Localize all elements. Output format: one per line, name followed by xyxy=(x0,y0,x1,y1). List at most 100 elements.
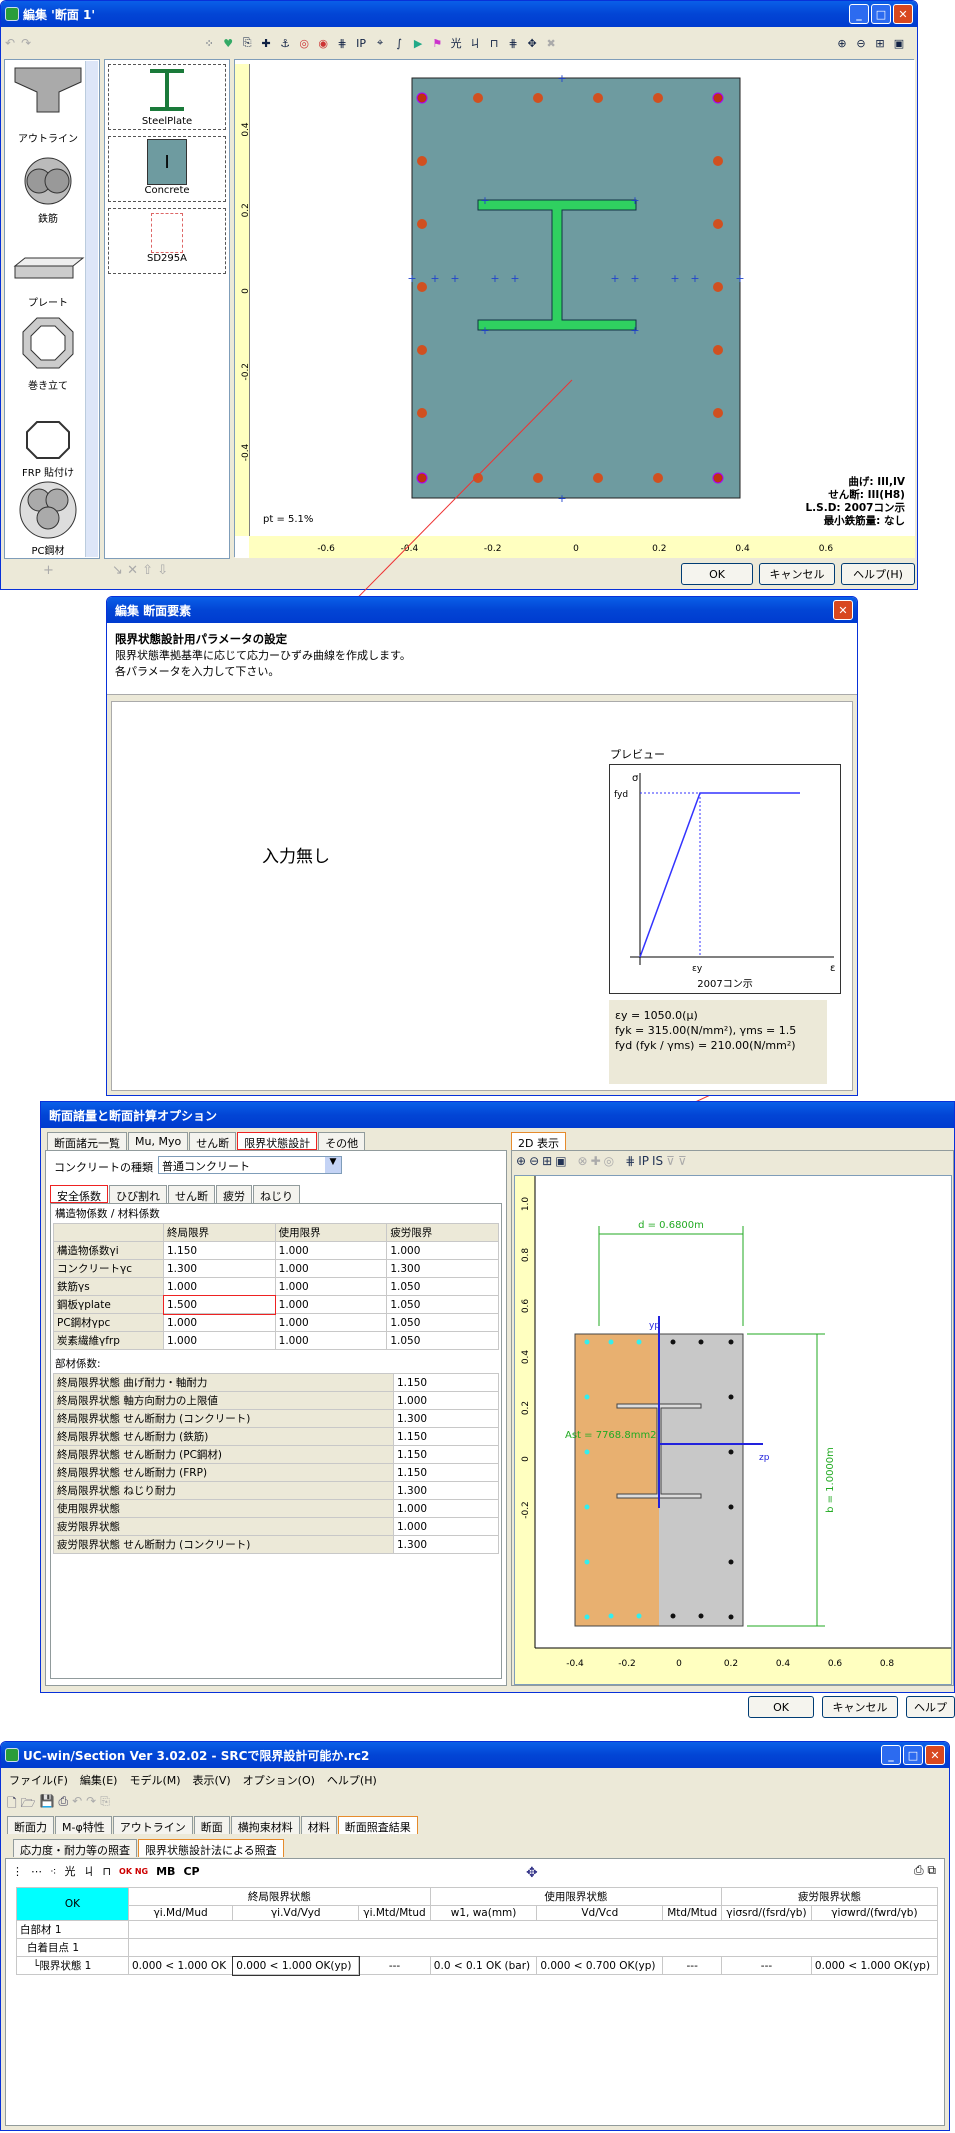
menu-file[interactable]: ファイル(F) xyxy=(9,1772,68,1788)
tab-material[interactable]: 材料 xyxy=(300,1816,337,1834)
options-help-button[interactable]: ヘルプ xyxy=(906,1696,955,1718)
jacket-palette-icon[interactable] xyxy=(21,316,75,370)
menu-options[interactable]: オプション(O) xyxy=(243,1772,315,1788)
tab-2d-view[interactable]: 2D 表示 xyxy=(511,1132,566,1150)
minimize-button[interactable]: _ xyxy=(881,1745,901,1765)
tab-stress-check[interactable]: 応力度・耐力等の照査 xyxy=(13,1839,137,1857)
hook-icon[interactable]: ㄐ xyxy=(467,35,483,51)
tab-outline[interactable]: アウトライン xyxy=(112,1816,193,1834)
hook-icon[interactable]: ㄐ xyxy=(83,1863,94,1879)
factor-cell[interactable]: 1.500 xyxy=(162,1294,277,1315)
delete-row-icon[interactable]: ✕ xyxy=(127,563,138,578)
factor-cell[interactable]: 1.150 xyxy=(393,1445,499,1464)
down-icon[interactable]: ⇩ xyxy=(157,563,168,578)
factor-cell[interactable]: 1.000 xyxy=(393,1499,499,1518)
preview-icon[interactable]: ⎙ xyxy=(59,1794,69,1815)
tree-icon[interactable]: ⋮ xyxy=(12,1865,23,1878)
palette-scrollbar[interactable] xyxy=(85,61,98,557)
section-2d-canvas[interactable]: 1.0 0.8 0.6 0.4 0.2 0 -0.2 -0.4 -0.2 0 0.2 0.4 0.6 0.… xyxy=(514,1175,952,1685)
ok-button[interactable]: OK xyxy=(681,563,753,585)
result-cell[interactable]: 0.000 < 1.000 OK(yp) xyxy=(810,1956,939,1975)
window-icon[interactable]: ▣ xyxy=(555,1154,566,1168)
grid-icon[interactable]: ⋕ xyxy=(625,1154,635,1168)
factor-cell[interactable]: 1.150 xyxy=(393,1463,499,1482)
chevron-down-icon[interactable]: ▼ xyxy=(325,1157,341,1173)
maximize-button[interactable]: □ xyxy=(871,4,891,24)
undo-icon[interactable]: ↶ xyxy=(5,36,15,50)
tab-check-results[interactable]: 断面照査結果 xyxy=(337,1816,418,1834)
copy-icon[interactable]: ⎘ xyxy=(239,35,255,51)
concrete-type-select[interactable]: 普通コンクリート ▼ xyxy=(158,1156,342,1174)
arrow-icon[interactable]: ↘ xyxy=(112,563,123,578)
tab-confinement[interactable]: 横拘束材料 xyxy=(230,1816,300,1834)
concrete-section[interactable] xyxy=(411,77,741,499)
tab-other[interactable]: その他 xyxy=(318,1132,366,1150)
property-icon[interactable]: IP xyxy=(353,35,369,51)
select-icon[interactable]: ⁘ xyxy=(201,35,217,51)
factor-cell[interactable]: 1.300 xyxy=(386,1259,499,1278)
factor-cell[interactable]: 1.000 xyxy=(274,1295,388,1314)
flag-icon[interactable]: ⚑ xyxy=(429,35,445,51)
factor-cell[interactable]: 1.050 xyxy=(386,1331,499,1350)
tab-fatigue[interactable]: 疲労 xyxy=(216,1185,252,1203)
factor-cell[interactable]: 1.000 xyxy=(274,1259,388,1278)
play-icon[interactable]: ▶ xyxy=(410,35,426,51)
options-cancel-button[interactable]: キャンセル xyxy=(822,1696,898,1718)
rebar[interactable] xyxy=(713,408,723,418)
frp-palette-icon[interactable] xyxy=(25,420,71,460)
help-button[interactable]: ヘルプ(H) xyxy=(841,563,915,585)
factor-cell[interactable]: 1.000 xyxy=(163,1331,276,1350)
factor-cell[interactable]: 1.150 xyxy=(393,1373,499,1392)
title-bar[interactable]: 編集 断面要素 ✕ xyxy=(107,597,857,623)
grid2-icon[interactable]: ⋕ xyxy=(505,35,521,51)
anchor-icon[interactable]: ⚓ xyxy=(277,35,293,51)
result-cell[interactable]: 0.000 < 1.000 OK xyxy=(127,1956,234,1975)
factor-cell[interactable]: 1.050 xyxy=(386,1277,499,1296)
rebar[interactable] xyxy=(417,219,427,229)
concrete-rect[interactable] xyxy=(411,77,741,499)
rebar-palette-icon[interactable] xyxy=(19,156,77,206)
rebar[interactable] xyxy=(713,156,723,166)
material-concrete[interactable]: I Concrete xyxy=(108,136,226,202)
print-icon[interactable]: ⎙ ⧉ xyxy=(914,1863,936,1878)
factor-cell[interactable]: 1.000 xyxy=(163,1277,276,1296)
rebar[interactable] xyxy=(473,93,483,103)
result-cell[interactable]: 0.0 < 0.1 OK (bar) xyxy=(429,1956,538,1975)
bracket-icon[interactable]: ⊓ xyxy=(486,35,502,51)
pc-palette-icon[interactable] xyxy=(15,480,81,540)
tab-torsion[interactable]: ねじり xyxy=(253,1185,300,1203)
material-sd295a[interactable]: SD295A xyxy=(108,208,226,274)
rebar[interactable] xyxy=(713,282,723,292)
factor-cell[interactable]: 1.050 xyxy=(386,1313,499,1332)
property-icon[interactable]: IP xyxy=(638,1154,649,1168)
rebar[interactable] xyxy=(713,345,723,355)
menu-help[interactable]: ヘルプ(H) xyxy=(327,1772,377,1788)
title-bar[interactable]: UC-win/Section Ver 3.02.02 - SRCで限界設計可能か… xyxy=(1,1742,949,1768)
tab-shear[interactable]: せん断 xyxy=(189,1132,237,1150)
rebar[interactable] xyxy=(713,219,723,229)
open-icon[interactable]: 🗁 xyxy=(21,1794,36,1815)
fit-icon[interactable]: ⊞ xyxy=(872,35,888,51)
heart-icon[interactable]: ♥ xyxy=(220,35,236,51)
rebar[interactable] xyxy=(417,345,427,355)
redo-icon[interactable]: ↷ xyxy=(86,1794,96,1815)
result-cell[interactable]: 0.000 < 1.000 OK(yp) xyxy=(231,1955,360,1976)
delete-icon[interactable]: ✖ xyxy=(543,35,559,51)
close-button[interactable]: ✕ xyxy=(833,600,853,620)
redo-icon[interactable]: ↷ xyxy=(21,36,31,50)
line-icon[interactable]: ∫ xyxy=(391,35,407,51)
tree-point[interactable]: 白着目点 1 xyxy=(16,1938,129,1957)
title-bar[interactable]: 編集 '断面 1' _ □ ✕ xyxy=(1,1,917,27)
steel-icon[interactable]: 光 xyxy=(448,35,464,51)
factor-cell[interactable]: 1.300 xyxy=(393,1409,499,1428)
corner-rebar[interactable] xyxy=(416,472,428,484)
tab-safety[interactable]: 安全係数 xyxy=(50,1185,108,1203)
undo-icon[interactable]: ↶ xyxy=(72,1794,82,1815)
close-button[interactable]: ✕ xyxy=(925,1745,945,1765)
tab-shear2[interactable]: せん断 xyxy=(168,1185,215,1203)
tree-member[interactable]: 白部材 1 xyxy=(16,1920,129,1939)
factor-cell[interactable]: 1.000 xyxy=(274,1241,388,1260)
up-icon[interactable]: ⇧ xyxy=(142,563,153,578)
plate-palette-icon[interactable] xyxy=(13,256,85,284)
steel-icon[interactable]: 光 xyxy=(64,1863,75,1879)
